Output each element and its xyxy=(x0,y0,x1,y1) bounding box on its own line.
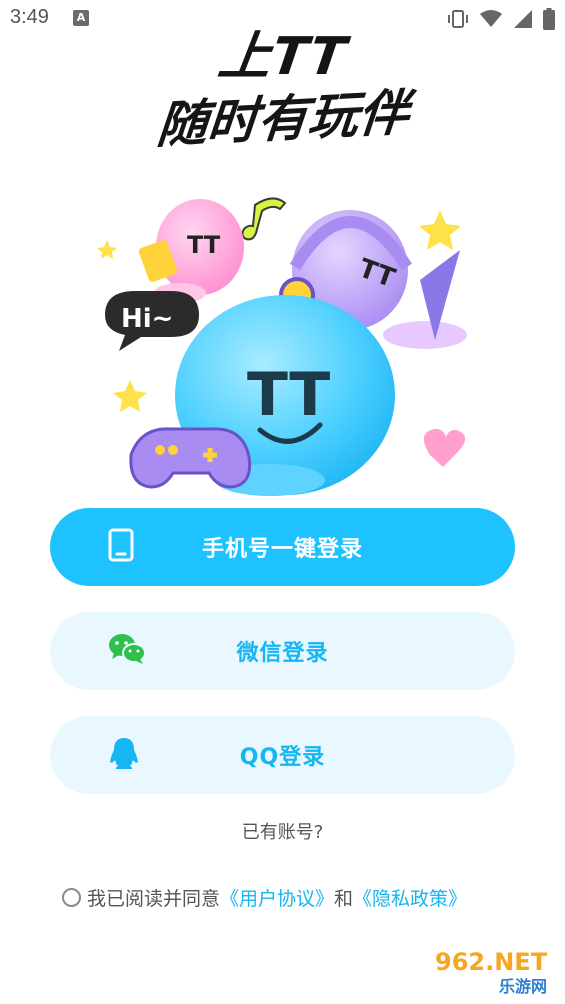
speech-bubble-text: Hi~ xyxy=(121,304,173,334)
star-icon xyxy=(113,380,147,412)
notification-icon: A xyxy=(73,10,89,26)
heart-icon xyxy=(423,428,466,467)
phone-icon xyxy=(108,528,134,566)
phone-login-label: 手机号一键登录 xyxy=(201,537,363,562)
headline: 上TT 随时有玩伴 xyxy=(0,27,565,155)
agreement-row: 我已阅读并同意 《用户协议》 和 《隐私政策》 xyxy=(62,884,467,911)
watermark-brand: 962.NET xyxy=(435,948,548,976)
agreement-prefix: 我已阅读并同意 xyxy=(87,888,221,910)
wechat-icon xyxy=(108,633,146,669)
watermark-sub: 乐游网 xyxy=(499,977,547,996)
qq-icon xyxy=(108,736,140,774)
privacy-policy-link[interactable]: 《隐私政策》 xyxy=(353,884,467,911)
star-icon xyxy=(97,240,117,259)
gamepad-icon xyxy=(129,427,252,489)
watermark-logo: 962.NET 乐游网 xyxy=(429,942,559,998)
vibrate-icon xyxy=(448,10,468,28)
wifi-icon xyxy=(480,10,502,27)
agreement-checkbox[interactable] xyxy=(62,888,81,907)
have-account-link[interactable]: 已有账号? xyxy=(0,818,565,844)
qq-login-label: QQ登录 xyxy=(239,745,326,770)
phone-login-button[interactable]: 手机号一键登录 xyxy=(50,508,515,586)
mascot-illustration: TT TT TT Hi~ xyxy=(97,197,467,496)
battery-icon xyxy=(543,8,555,30)
status-icons xyxy=(447,8,555,30)
wechat-login-label: 微信登录 xyxy=(236,641,329,666)
headline-line1: 上TT xyxy=(214,27,351,87)
wechat-login-button[interactable]: 微信登录 xyxy=(50,612,515,690)
user-agreement-link[interactable]: 《用户协议》 xyxy=(220,884,334,911)
signal-icon xyxy=(514,10,532,28)
agreement-and: 和 xyxy=(334,888,354,910)
music-note-icon xyxy=(241,197,287,241)
pink-mascot-face: TT xyxy=(187,231,221,259)
status-time: 3:49 xyxy=(10,6,49,28)
star-icon xyxy=(419,210,461,250)
headline-line2: 随时有玩伴 xyxy=(154,83,411,155)
blue-mascot-face: TT xyxy=(247,360,330,430)
qq-login-button[interactable]: QQ登录 xyxy=(50,716,515,794)
